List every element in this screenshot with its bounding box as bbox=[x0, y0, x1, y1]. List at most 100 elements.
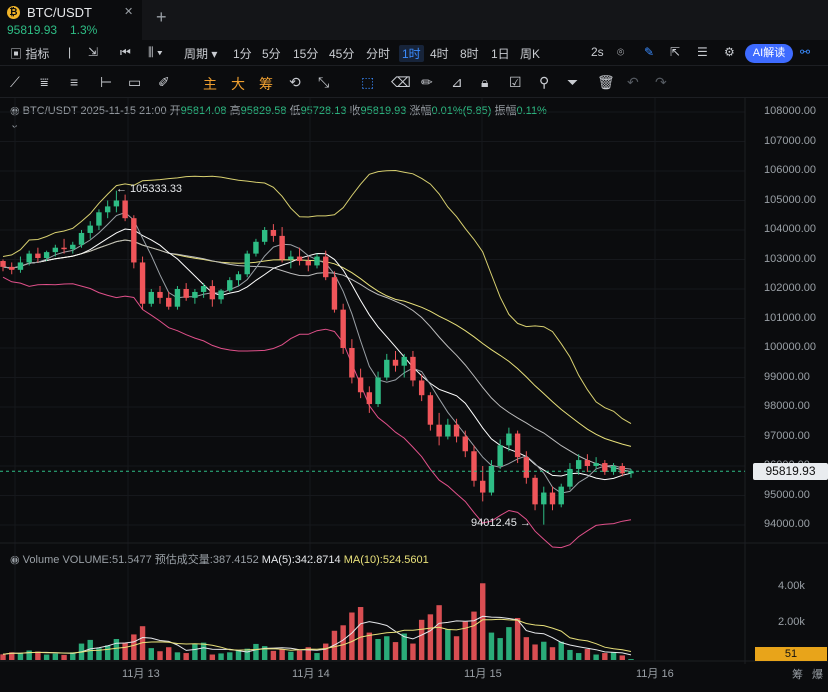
cursor-icon[interactable]: ⬚ bbox=[361, 74, 374, 91]
time-axis-label: 11月 15 bbox=[464, 668, 502, 680]
large-order-button[interactable]: 大 bbox=[231, 74, 245, 94]
volume-bar bbox=[61, 654, 67, 660]
candle-body bbox=[148, 291, 154, 304]
candle-body bbox=[584, 460, 591, 466]
alert-icon[interactable]: ⇲ bbox=[88, 45, 98, 59]
chart-type-button[interactable]: ⫼ ▾ bbox=[148, 45, 163, 60]
ai-interpret-button[interactable]: AI解读 bbox=[745, 44, 793, 63]
interval-line[interactable]: 分时 bbox=[366, 45, 390, 62]
trendline-icon[interactable]: ⟋ bbox=[10, 74, 20, 91]
candle-body bbox=[261, 230, 268, 242]
replay-icon[interactable]: ⏮ bbox=[120, 45, 131, 60]
chip-distribution-button[interactable]: 筹 bbox=[259, 74, 273, 94]
volume-bar bbox=[148, 648, 154, 660]
candle-body bbox=[227, 280, 233, 291]
tab-bar: ₿ BTC/USDT ✕ 95819.93 1.3% + bbox=[0, 0, 828, 40]
lock-icon[interactable]: 🔒︎ bbox=[481, 74, 488, 91]
candle-body bbox=[471, 451, 477, 481]
horizontal-line-icon[interactable]: ⊢ bbox=[100, 74, 112, 91]
boll-upper-line bbox=[2, 169, 632, 425]
time-axis-label: 11月 16 bbox=[636, 668, 674, 680]
price-axis-label: 101000.00 bbox=[764, 311, 816, 324]
interval-1w[interactable]: 周K bbox=[520, 45, 540, 62]
main-indicator-button[interactable]: 主 bbox=[203, 74, 217, 94]
candle-body bbox=[235, 274, 242, 281]
settings-icon[interactable]: ⚙ bbox=[724, 45, 735, 59]
close-icon[interactable]: ✕ bbox=[124, 5, 133, 18]
interval-1h[interactable]: 1时 bbox=[399, 45, 424, 62]
interval-15m[interactable]: 15分 bbox=[293, 45, 318, 62]
brush2-icon[interactable]: ✏ bbox=[421, 74, 433, 91]
interval-45m[interactable]: 45分 bbox=[329, 45, 354, 62]
candle-body bbox=[139, 262, 146, 304]
indicators-button[interactable]: ▣ 指标 bbox=[10, 45, 49, 62]
delete-icon[interactable]: 🗑︎ bbox=[597, 74, 615, 91]
volume-bar bbox=[436, 605, 442, 660]
volume-bar bbox=[497, 638, 503, 660]
camera-icon[interactable]: ⌾ bbox=[617, 45, 624, 60]
period-dropdown[interactable]: 周期 ▾ bbox=[184, 45, 217, 62]
candle-body bbox=[288, 256, 294, 260]
brush-icon[interactable]: ✐ bbox=[158, 74, 170, 91]
rectangle-icon[interactable]: ▭ bbox=[128, 74, 141, 91]
interval-toolbar: ▣ 指标 | ⇲ ⏮ ⫼ ▾ 周期 ▾ 1分 5分 15分 45分 分时 1时 … bbox=[0, 40, 828, 66]
volume-bar bbox=[218, 653, 224, 660]
chip-footer-button[interactable]: 筹 bbox=[792, 666, 803, 682]
undo-icon[interactable]: ↶ bbox=[627, 74, 639, 91]
volume-bar bbox=[602, 653, 608, 660]
candle-body bbox=[78, 232, 85, 245]
parallel-lines-icon[interactable]: ⩸ bbox=[40, 74, 49, 91]
price-axis-label: 105000.00 bbox=[764, 193, 816, 206]
candle-body bbox=[445, 424, 451, 437]
filter-icon[interactable]: ⏷ bbox=[567, 74, 578, 91]
candle-body bbox=[549, 492, 556, 505]
volume-bar bbox=[43, 654, 50, 660]
magnet-icon[interactable]: ⟲ bbox=[289, 74, 301, 91]
volume-bar bbox=[453, 636, 460, 660]
interval-1d[interactable]: 1日 bbox=[491, 45, 510, 62]
tab-symbol: BTC/USDT bbox=[27, 5, 92, 20]
candle-body bbox=[410, 356, 416, 381]
candle-body bbox=[87, 225, 93, 233]
candle-body bbox=[349, 348, 355, 378]
volume-bar bbox=[253, 643, 259, 660]
volume-bar bbox=[541, 641, 547, 660]
layout-icon[interactable]: ☰ bbox=[697, 45, 708, 59]
symbol-tab[interactable]: ₿ BTC/USDT ✕ 95819.93 1.3% bbox=[0, 0, 142, 40]
btc-coin-icon: ₿ bbox=[7, 6, 20, 19]
interval-4h[interactable]: 4时 bbox=[430, 45, 449, 62]
pen-icon[interactable]: ✎ bbox=[644, 45, 654, 59]
candle-body bbox=[523, 457, 530, 478]
candle-body bbox=[575, 460, 582, 469]
ruler-icon[interactable]: ⊿ bbox=[451, 74, 463, 91]
candle-body bbox=[61, 247, 67, 250]
interval-1m[interactable]: 1分 bbox=[233, 45, 252, 62]
add-tab-button[interactable]: + bbox=[156, 7, 167, 28]
volume-bar bbox=[445, 628, 451, 660]
measure-icon[interactable]: ⤡ bbox=[318, 74, 329, 91]
volume-bar bbox=[349, 612, 355, 660]
candle-body bbox=[401, 356, 407, 366]
candle-body bbox=[17, 262, 24, 270]
volume-bar bbox=[427, 614, 434, 660]
candle-body bbox=[453, 424, 460, 437]
refresh-rate[interactable]: 2s bbox=[591, 45, 604, 59]
volume-bar bbox=[323, 643, 329, 660]
edit-note-icon[interactable]: ☑ bbox=[509, 74, 522, 91]
volume-bar bbox=[418, 619, 425, 660]
candle-body bbox=[480, 480, 486, 493]
volume-bar bbox=[549, 647, 556, 660]
horizontal-lines-icon[interactable]: ≡ bbox=[70, 74, 78, 90]
share-icon[interactable]: ⇱ bbox=[670, 45, 680, 59]
candle-body bbox=[157, 291, 163, 298]
interval-5m[interactable]: 5分 bbox=[262, 45, 281, 62]
network-icon[interactable]: ⚯ bbox=[800, 45, 810, 59]
burst-footer-button[interactable]: 爆 bbox=[812, 666, 823, 682]
interval-8h[interactable]: 8时 bbox=[460, 45, 479, 62]
volume-bar bbox=[314, 653, 320, 660]
eraser-icon[interactable]: ⌫ bbox=[391, 74, 411, 91]
link-icon[interactable]: ⚲ bbox=[539, 74, 549, 91]
candle-body bbox=[340, 309, 346, 348]
volume-bar bbox=[52, 653, 59, 660]
redo-icon[interactable]: ↷ bbox=[655, 74, 667, 91]
